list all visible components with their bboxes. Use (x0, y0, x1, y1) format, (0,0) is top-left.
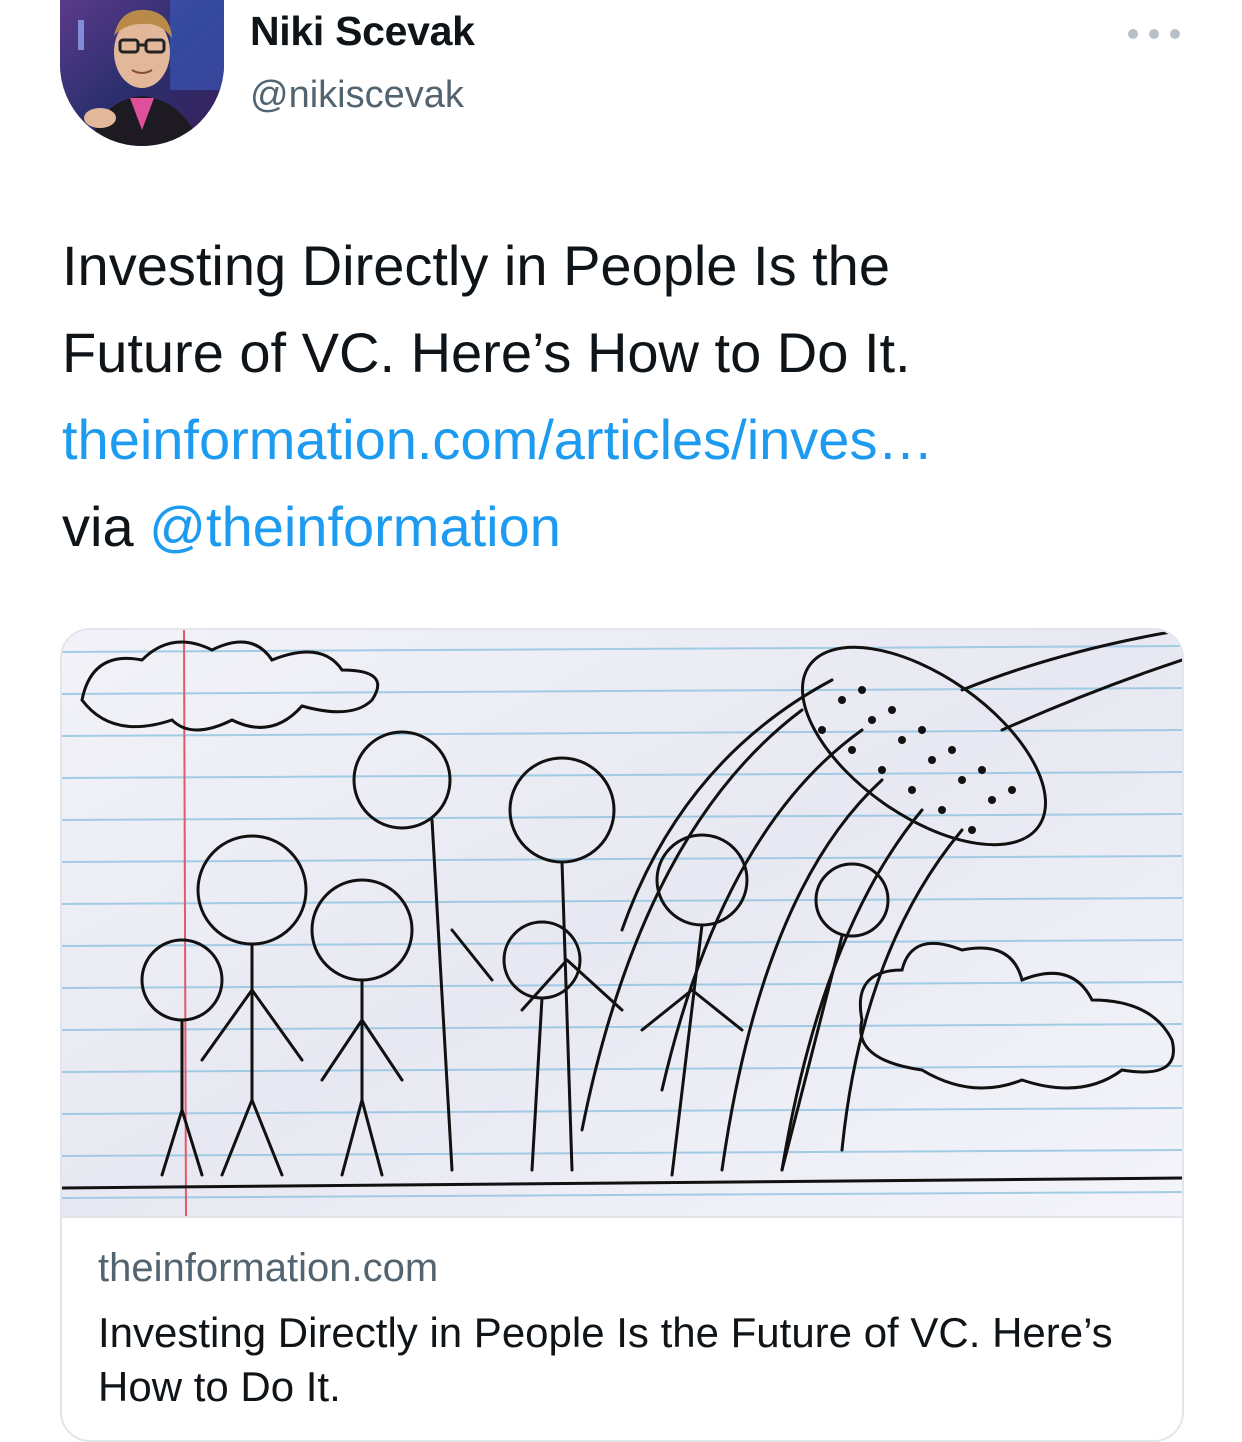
more-dot (1128, 29, 1138, 39)
tweet-link[interactable]: theinformation.com/articles/inves… (62, 396, 1192, 483)
avatar[interactable] (60, 0, 224, 146)
card-image[interactable] (62, 630, 1182, 1218)
tweet-line: Future of VC. Here’s How to Do It. (62, 321, 911, 384)
card-domain: theinformation.com (98, 1246, 439, 1290)
stick-figure-drawing (62, 630, 1182, 1217)
via-text: via (62, 495, 150, 558)
mention-link[interactable]: @theinformation (149, 495, 561, 558)
link-card[interactable]: theinformation.com Investing Directly in… (60, 628, 1184, 1442)
more-dot (1170, 29, 1180, 39)
avatar-photo (60, 0, 224, 146)
tweet-line: Investing Directly in People Is the (62, 234, 890, 297)
more-dot (1149, 29, 1159, 39)
tweet-text: Investing Directly in People Is the Futu… (62, 222, 1192, 570)
user-handle[interactable]: @nikiscevak (250, 74, 464, 117)
user-name[interactable]: Niki Scevak (250, 8, 475, 55)
tweet-via-line: via @theinformation (62, 483, 1192, 570)
card-title: Investing Directly in People Is the Futu… (98, 1309, 1113, 1410)
more-options-icon[interactable] (1128, 22, 1180, 46)
